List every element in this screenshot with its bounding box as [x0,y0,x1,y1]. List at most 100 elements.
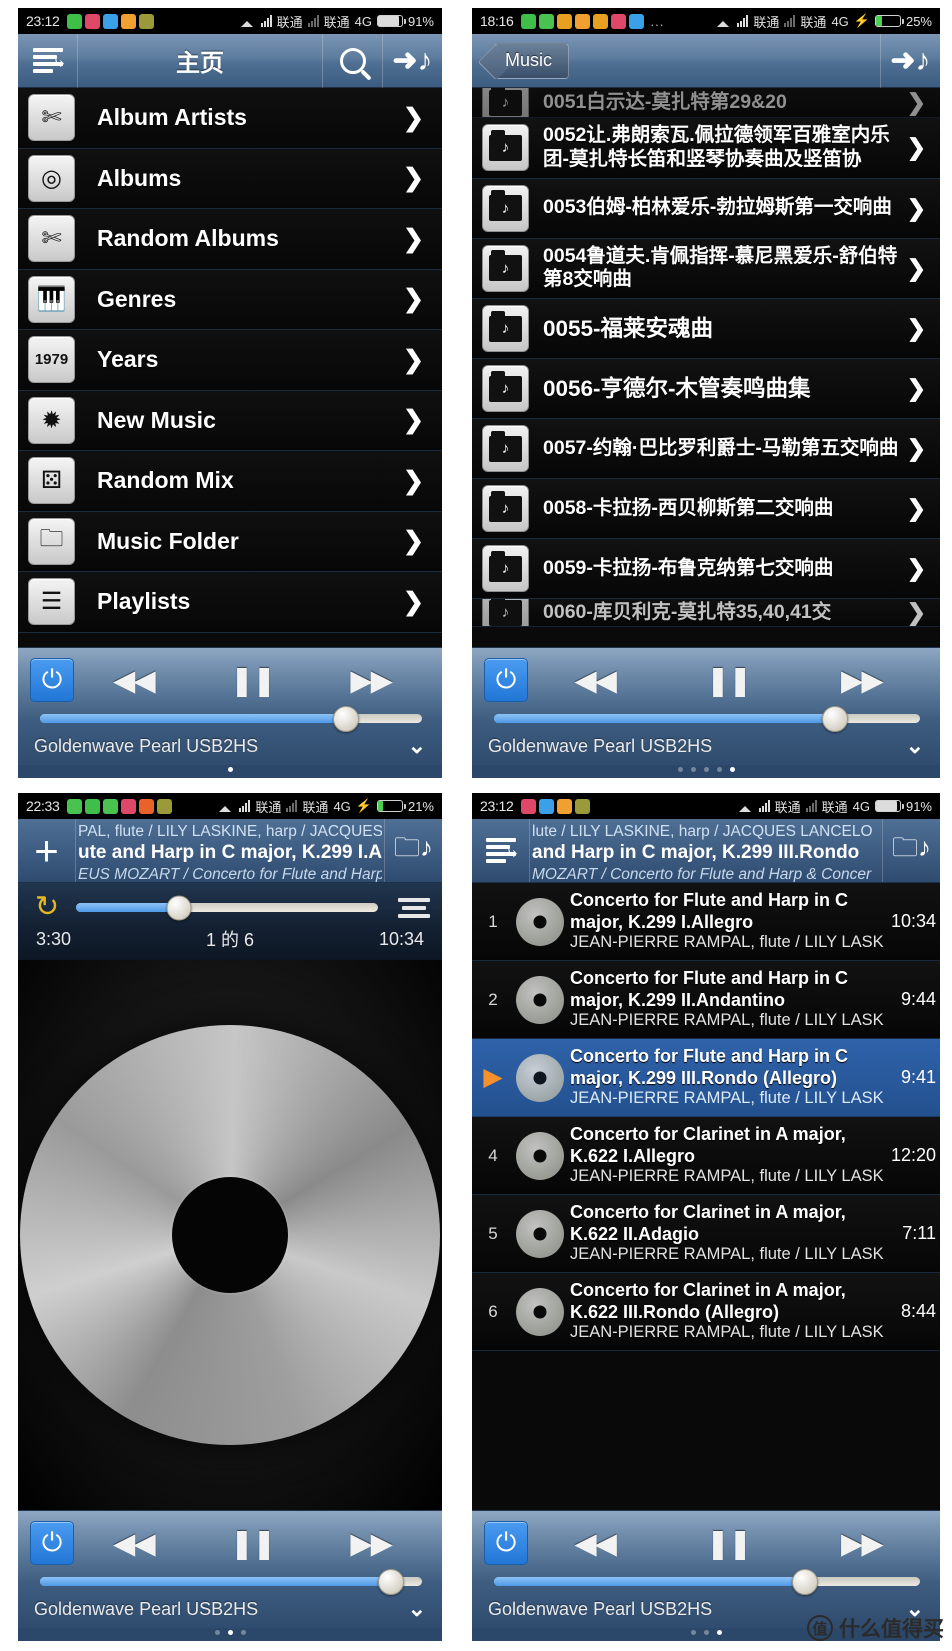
table-row[interactable]: 5 Concerto for Clarinet in A major, K.62… [472,1195,940,1273]
folder-button[interactable]: 🗀♪ [882,819,940,882]
now-playing-indicator-icon: ▶ [483,1063,503,1091]
next-button[interactable]: ▶▶ [795,1526,928,1561]
table-row-selected[interactable]: ▶ Concerto for Flute and Harp in C major… [472,1039,940,1117]
chevron-down-icon[interactable]: ⌄ [408,733,426,759]
signal-icon-2 [286,800,298,812]
add-to-queue-button[interactable]: ➜♪ [880,33,940,88]
list-item[interactable]: ♪ 0056-亨德尔-木管奏鸣曲集 ❯ [472,359,940,420]
volume-slider[interactable] [18,704,442,732]
power-button[interactable]: ⏻ [484,658,528,702]
list-item[interactable]: ♪ 0058-卡拉扬-西贝柳斯第二交响曲 ❯ [472,479,940,540]
previous-button[interactable]: ◀◀ [74,663,193,698]
pause-button[interactable]: ❚❚ [661,1526,794,1561]
next-button[interactable]: ▶▶ [311,663,430,698]
list-item[interactable]: ♪ 0054鲁道夫.肯佩指挥-慕尼黑爱乐-舒伯特第8交响曲 ❯ [472,238,940,300]
power-button[interactable]: ⏻ [30,1521,74,1565]
volume-slider[interactable] [18,1567,442,1595]
device-bar[interactable]: Goldenwave Pearl USB2HS ⌄ [18,729,442,765]
playlist-menu-icon [485,837,516,864]
chevron-right-icon: ❯ [403,224,424,253]
player-controls: ⏻ ◀◀ ❚❚ ▶▶ [472,1519,940,1567]
track-list[interactable]: 1 Concerto for Flute and Harp in C major… [472,883,940,1510]
previous-button[interactable]: ◀◀ [528,1526,661,1561]
playlist-menu-button[interactable] [18,33,78,88]
now-playing-meta[interactable]: PAL, flute / LILY LASKINE, harp / JACQUE… [76,819,384,882]
volume-slider[interactable] [472,1567,940,1595]
repeat-icon[interactable]: ↻ [18,893,76,922]
menu-item-random-mix[interactable]: ⚄ Random Mix ❯ [18,451,442,512]
status-app-icons [66,13,154,29]
device-bar[interactable]: Goldenwave Pearl USB2HS ⌄ [18,1592,442,1628]
power-button[interactable]: ⏻ [30,658,74,702]
app-icon-green-1 [66,798,82,814]
charging-icon: ⚡ [355,798,372,813]
playlist-menu-button[interactable] [472,819,530,882]
folder-list[interactable]: ♪ 0051白示达-莫扎特第29&20 ❯ ♪ 0052让.弗朗索瓦.佩拉德领军… [472,88,940,647]
title-bar: Music ➜♪ [472,33,940,88]
search-button[interactable] [322,33,382,88]
page-indicator [18,1628,442,1641]
chevron-right-icon: ❯ [906,375,926,402]
signal-icon-2 [805,800,817,812]
dice-icon: ⚄ [28,457,75,505]
folder-note-icon: ♪ [482,88,529,117]
add-to-queue-button[interactable]: ➜♪ [382,33,442,88]
track-duration: 10:34 [890,911,936,931]
signal-icon-1 [239,800,251,812]
menu-item-music-folder[interactable]: 🗀 Music Folder ❯ [18,511,442,572]
folder-button[interactable]: 🗀♪ [384,819,442,882]
list-item[interactable]: ♪ 0053伯姆-柏林爱乐-勃拉姆斯第一交响曲 ❯ [472,178,940,239]
list-item-clipped-top[interactable]: ♪ 0051白示达-莫扎特第29&20 ❯ [472,88,940,118]
menu-item-random-albums[interactable]: ✄ Random Albums ❯ [18,209,442,270]
chevron-down-icon[interactable]: ⌄ [408,1596,426,1622]
table-row[interactable]: 6 Concerto for Clarinet in A major, K.62… [472,1273,940,1351]
home-menu-list[interactable]: ✄ Album Artists ❯ ◎ Albums ❯ ✄ Random Al… [18,88,442,647]
add-button[interactable]: + [18,819,76,882]
previous-button[interactable]: ◀◀ [528,663,661,698]
table-row[interactable]: 2 Concerto for Flute and Harp in C major… [472,961,940,1039]
menu-item-label: Album Artists [97,104,247,131]
album-artwork-area[interactable] [18,960,442,1510]
menu-item-new-music[interactable]: ✹ New Music ❯ [18,390,442,451]
track-title: Concerto for Clarinet in A major, K.622 … [570,1124,846,1166]
power-button[interactable]: ⏻ [484,1521,528,1565]
menu-item-album-artists[interactable]: ✄ Album Artists ❯ [18,88,442,149]
next-button[interactable]: ▶▶ [311,1526,430,1561]
chevron-right-icon: ❯ [906,599,926,626]
list-item-clipped-bottom[interactable]: ♪ 0060-库贝利克-莫扎特35,40,41交 ❯ [472,599,940,628]
track-duration: 7:11 [902,1223,936,1243]
chevron-right-icon: ❯ [403,466,424,495]
pause-button[interactable]: ❚❚ [193,663,312,698]
next-button[interactable]: ▶▶ [795,663,928,698]
seek-slider[interactable] [76,895,378,920]
app-icon-amber [556,13,572,29]
pause-button[interactable]: ❚❚ [661,663,794,698]
menu-item-albums[interactable]: ◎ Albums ❯ [18,148,442,209]
table-row[interactable]: 4 Concerto for Clarinet in A major, K.62… [472,1117,940,1195]
list-item[interactable]: ♪ 0055-福莱安魂曲 ❯ [472,299,940,360]
folder-name: 0053伯姆-柏林爱乐-勃拉姆斯第一交响曲 [543,196,892,219]
device-bar[interactable]: Goldenwave Pearl USB2HS ⌄ [472,729,940,765]
volume-slider[interactable] [472,704,940,732]
network-type: 4G [354,13,372,29]
table-row[interactable]: 1 Concerto for Flute and Harp in C major… [472,883,940,961]
list-item[interactable]: ♪ 0057-约翰·巴比罗利爵士-马勒第五交响曲 ❯ [472,419,940,480]
menu-item-genres[interactable]: 🎹 Genres ❯ [18,269,442,330]
app-icon-pink [120,798,136,814]
list-item[interactable]: ♪ 0052让.弗朗索瓦.佩拉德领军百雅室内乐团-莫扎特长笛和竖琴协奏曲及竖笛协… [472,118,940,179]
folder-note-icon: 🗀 [28,517,75,565]
chevron-down-icon[interactable]: ⌄ [906,733,924,759]
plus-icon: + [34,826,59,874]
menu-item-years[interactable]: 1979 Years ❯ [18,330,442,391]
pause-button[interactable]: ❚❚ [193,1526,312,1561]
app-icon-music [138,13,154,29]
back-button[interactable]: Music [494,42,570,79]
equalizer-icon[interactable] [386,897,442,918]
now-playing-meta[interactable]: lute / LILY LASKINE, harp / JACQUES LANC… [530,819,882,882]
status-time: 23:12 [26,13,60,29]
list-item[interactable]: ♪ 0059-卡拉扬-布鲁克纳第七交响曲 ❯ [472,539,940,600]
previous-button[interactable]: ◀◀ [74,1526,193,1561]
menu-item-playlists[interactable]: ☰ Playlists ❯ [18,572,442,633]
panel-home-menu: 23:12 联通 联通 4G 91% ⤶ 主页 ➜♪ ✄ Album Artis… [0,0,460,785]
status-bar: 22:33 联通 联通 4G ⚡ 21% [18,793,442,819]
